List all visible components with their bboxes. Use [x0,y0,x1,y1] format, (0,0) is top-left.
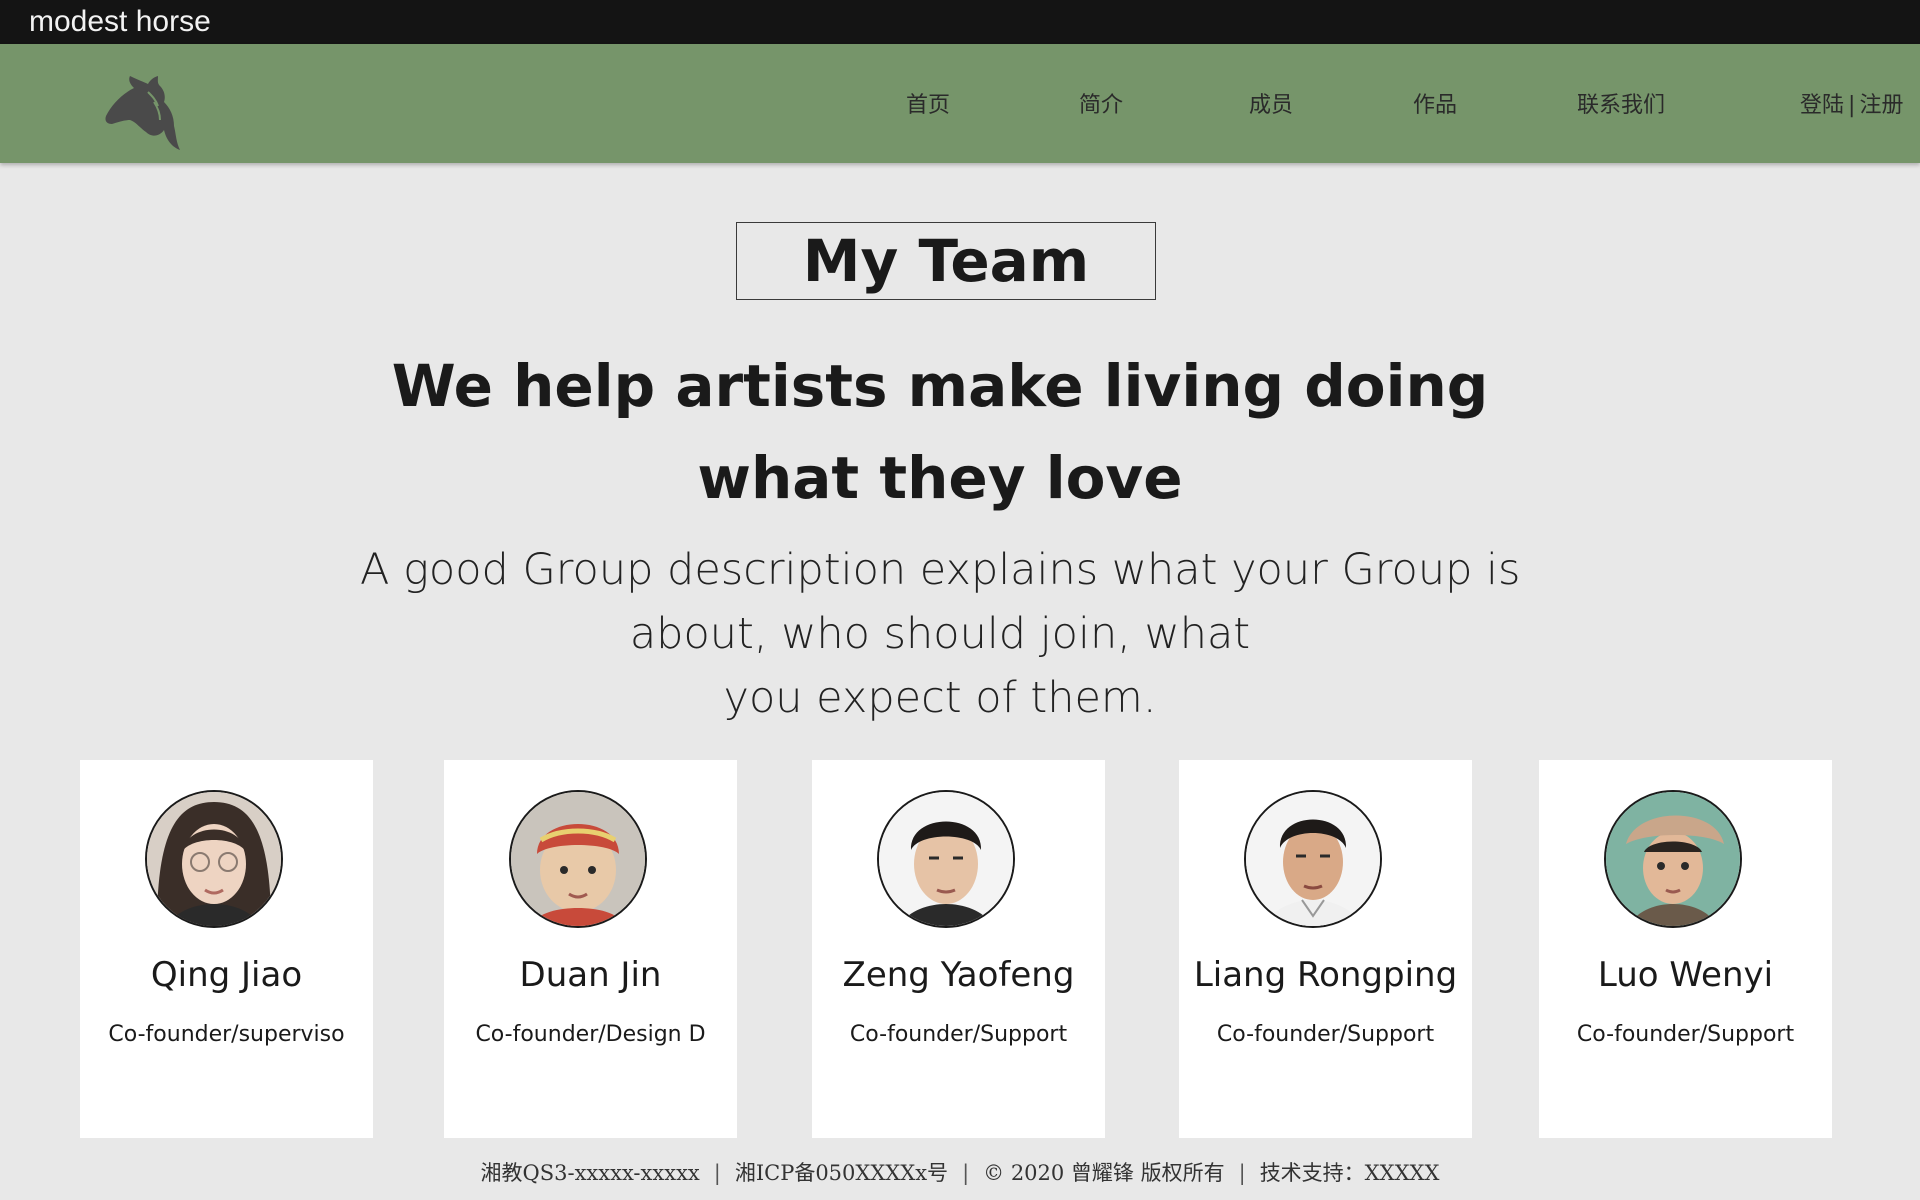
auth-links: 登陆 | 注册 [1800,92,1903,120]
footer-icp[interactable]: 湘ICP备050XXXXx号 [735,1161,948,1185]
member-role: Co-founder/Support [849,1022,1068,1047]
nav-item-members[interactable]: 成员 [1249,92,1293,120]
member-name: Qing Jiao [150,955,303,995]
register-link[interactable]: 注册 [1859,93,1903,118]
member-name: Luo Wenyi [1597,955,1774,995]
nav-bar: 首页 简介 成员 作品 联系我们 登陆 | 注册 [0,44,1920,163]
avatar [509,790,647,928]
brand-name: modest horse [29,5,211,38]
nav-item-intro[interactable]: 简介 [1079,92,1123,120]
member-card[interactable]: Zeng Yaofeng Co-founder/Support [812,760,1105,1138]
member-role: Co-founder/superviso [108,1022,345,1047]
member-role: Co-founder/Support [1216,1022,1435,1047]
footer: 湘教QS3-xxxxx-xxxxx | 湘ICP备050XXXXx号 | © 2020 … [0,1158,1920,1188]
member-name: Liang Rongping [1193,955,1458,995]
avatar [145,790,283,928]
footer-license: 湘教QS3-xxxxx-xxxxx [480,1161,700,1185]
footer-separator: | [962,1161,970,1185]
avatar [1604,790,1742,928]
headline-line-1: We help artists make living doing [391,352,1489,420]
member-card[interactable]: Luo Wenyi Co-founder/Support [1539,760,1832,1138]
nav-item-home[interactable]: 首页 [906,92,950,120]
description-line-3: you expect of them. [723,673,1157,723]
headline: We help artists make living doing what t… [360,340,1520,524]
page-title: My Team [736,222,1156,300]
avatar [1244,790,1382,928]
member-role: Co-founder/Support [1576,1022,1795,1047]
member-card[interactable]: Qing Jiao Co-founder/superviso [80,760,373,1138]
nav-item-contact[interactable]: 联系我们 [1577,92,1665,120]
headline-line-2: what they love [697,444,1183,512]
description-line-2: about, who should join, what [629,609,1251,659]
description-line-1: A good Group description explains what y… [360,545,1521,595]
footer-copyright: © 2020 曾耀锋 版权所有 [983,1161,1225,1185]
group-description: A good Group description explains what y… [360,538,1520,730]
member-role: Co-founder/Design D [475,1022,706,1047]
member-name: Duan Jin [519,955,662,995]
footer-separator: | [713,1161,721,1185]
footer-support: 技术支持：XXXXX [1259,1161,1440,1185]
avatar [877,790,1015,928]
member-name: Zeng Yaofeng [842,955,1075,995]
login-link[interactable]: 登陆 [1800,93,1844,118]
member-card[interactable]: Liang Rongping Co-founder/Support [1179,760,1472,1138]
auth-separator: | [1848,93,1856,118]
nav-item-works[interactable]: 作品 [1413,92,1457,120]
member-card[interactable]: Duan Jin Co-founder/Design D [444,760,737,1138]
horse-logo-icon[interactable] [100,74,184,152]
top-bar: modest horse [0,0,1920,44]
footer-separator: | [1238,1161,1246,1185]
